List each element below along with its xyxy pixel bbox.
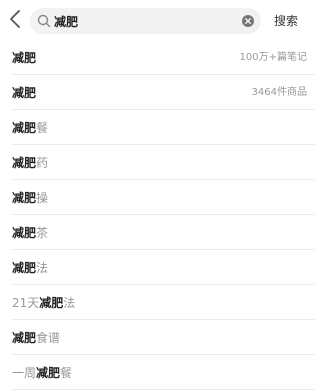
suggestion-text: 减肥 [12,51,37,65]
clear-circle-icon[interactable] [241,14,255,28]
suggestion-text: 一周减肥餐 [12,366,73,380]
suggestion-text: 减肥法 [12,261,49,275]
back-button[interactable] [4,6,26,32]
suggestion-item[interactable]: 减肥餐 [0,110,327,145]
suggestion-item[interactable]: 减肥药 [0,145,327,180]
suggestion-item[interactable]: 减肥茶 [0,215,327,250]
suggestion-item[interactable]: 减肥 100万+篇笔记 [0,40,327,75]
suggestion-item[interactable]: 减肥操 [0,180,327,215]
suggestion-item[interactable]: 一周减肥餐 [0,355,327,390]
suggestion-item[interactable]: 减肥 3464件商品 [0,75,327,110]
suggestion-text: 21天减肥法 [12,296,76,310]
search-input[interactable] [54,12,234,30]
suggestion-meta: 100万+篇笔记 [239,52,307,63]
suggestion-text: 减肥操 [12,191,49,205]
search-header: 搜索 [0,0,327,40]
suggestion-item[interactable]: 21天减肥法 [0,285,327,320]
search-button[interactable]: 搜索 [268,12,304,30]
suggestion-text: 减肥 [12,86,37,100]
suggestion-item[interactable]: 减肥法 [0,250,327,285]
suggestion-text: 减肥餐 [12,121,49,135]
search-box[interactable] [30,8,261,34]
suggestion-text: 减肥茶 [12,226,49,240]
suggestion-text: 减肥食谱 [12,331,61,345]
suggestion-meta: 3464件商品 [251,87,307,98]
suggestion-list: 减肥 100万+篇笔记 减肥 3464件商品 减肥餐 减肥药 减肥操 减肥茶 减… [0,40,327,390]
search-icon [37,14,51,28]
suggestion-item[interactable]: 减肥食谱 [0,320,327,355]
suggestion-text: 减肥药 [12,156,49,170]
chevron-left-icon [10,10,20,28]
